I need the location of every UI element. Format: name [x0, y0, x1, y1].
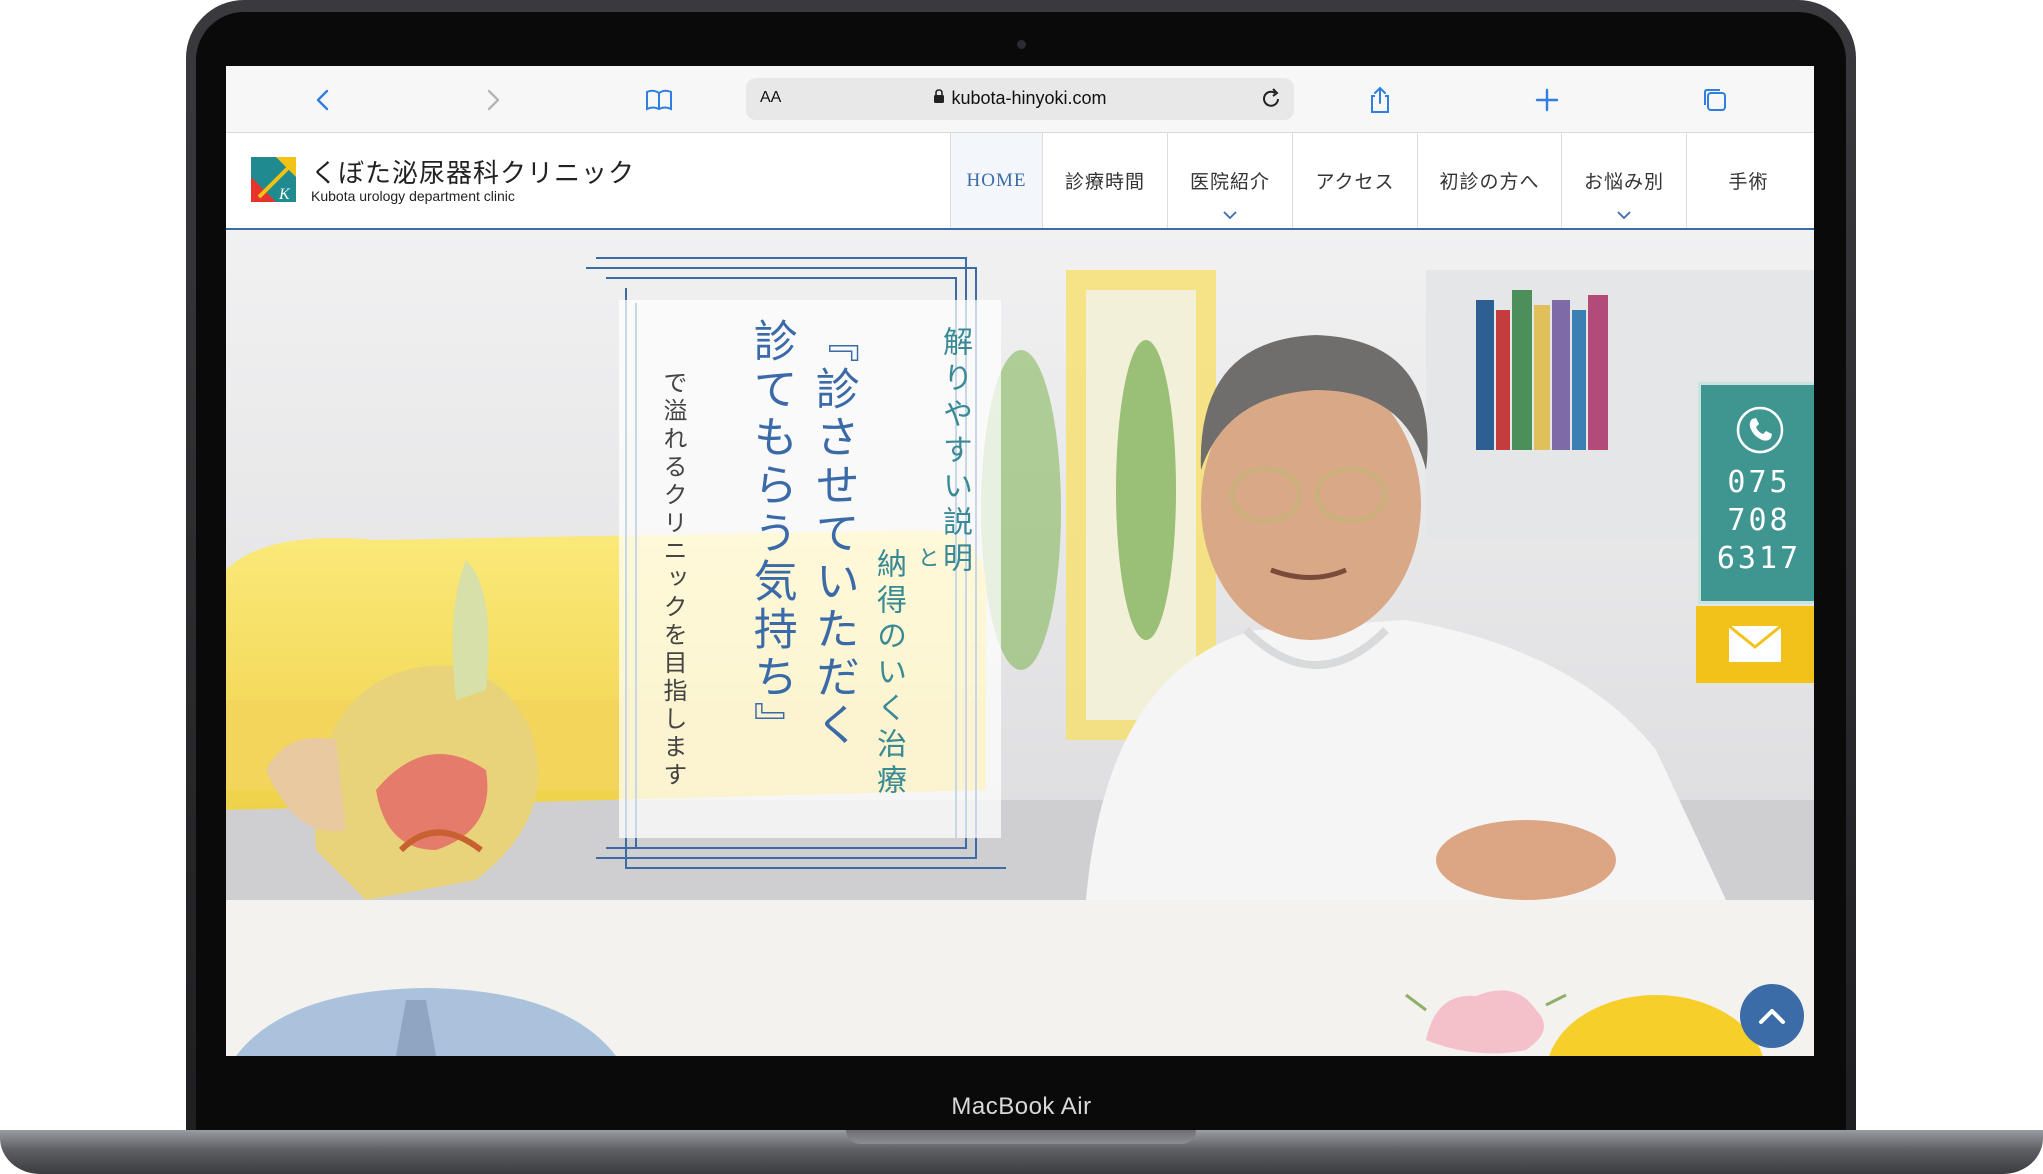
browser-toolbar: AA kubota-hinyoki.com	[226, 66, 1814, 133]
main-nav: HOME 診療時間 医院紹介 アクセス 初診の方へ お悩み別 手術	[950, 133, 1810, 228]
phone-icon	[1736, 406, 1784, 454]
nav-label: 医院紹介	[1189, 171, 1270, 193]
hero-headline2: 診てもらう気持ち』	[745, 318, 797, 750]
chevron-down-icon	[1617, 211, 1631, 220]
hero-photo	[226, 230, 1814, 900]
nav-hours[interactable]: 診療時間	[1042, 133, 1167, 228]
nav-home[interactable]: HOME	[950, 133, 1042, 228]
nav-by-concern[interactable]: お悩み別	[1561, 133, 1686, 228]
hero: 解りやすい説明 と 納得のいく治療 『診させていただく 診てもらう気持ち』 で溢…	[226, 230, 1814, 900]
site-header: K くぼた泌尿器科クリニック Kubota urology department…	[226, 133, 1814, 230]
page-top-button[interactable]	[1740, 984, 1804, 1048]
nav-label: アクセス	[1315, 171, 1395, 193]
phone-number-part: 6317	[1716, 541, 1802, 576]
reload-icon[interactable]	[1258, 86, 1284, 112]
screen: AA kubota-hinyoki.com K くぼた泌尿器科クリニック Kub…	[226, 66, 1814, 1056]
clinic-logo[interactable]: K	[251, 157, 296, 202]
hero-line2: 納得のいく治療	[871, 548, 906, 800]
back-icon[interactable]	[306, 82, 342, 118]
nav-first-visit[interactable]: 初診の方へ	[1417, 133, 1561, 228]
nav-label: 初診の方へ	[1439, 171, 1540, 193]
phone-button[interactable]: 075 708 6317	[1698, 382, 1814, 604]
chevron-down-icon	[1223, 211, 1237, 220]
nav-label: 手術	[1728, 171, 1769, 193]
phone-number-part: 075	[1727, 465, 1791, 500]
nav-label: 診療時間	[1064, 171, 1145, 193]
address-bar[interactable]: AA kubota-hinyoki.com	[746, 78, 1294, 120]
chevron-up-icon	[1759, 1009, 1785, 1024]
mail-button[interactable]	[1696, 606, 1814, 683]
content-section	[226, 900, 1814, 1056]
url-display: kubota-hinyoki.com	[746, 88, 1294, 109]
hero-tagline: で溢れるクリニックを目指します	[659, 370, 687, 790]
nav-label: お悩み別	[1583, 171, 1664, 193]
nav-label: HOME	[966, 169, 1027, 191]
phone-number-part: 708	[1727, 503, 1791, 538]
share-icon[interactable]	[1362, 82, 1398, 118]
new-tab-icon[interactable]	[1529, 82, 1565, 118]
nav-clinic-info[interactable]: 医院紹介	[1167, 133, 1292, 228]
nav-access[interactable]: アクセス	[1292, 133, 1417, 228]
mail-icon	[1728, 625, 1782, 662]
url-text: kubota-hinyoki.com	[951, 88, 1107, 108]
content-preview	[236, 988, 1763, 1056]
hero-line1: 解りやすい説明	[937, 326, 972, 578]
clinic-name-jp[interactable]: くぼた泌尿器科クリニック	[311, 153, 635, 190]
device-brand-label: MacBook Air	[951, 1093, 1092, 1120]
bookmarks-icon[interactable]	[641, 82, 677, 118]
hero-headline1: 『診させていただく	[807, 318, 859, 750]
laptop-notch	[846, 1130, 1196, 1144]
tabs-icon[interactable]	[1697, 82, 1733, 118]
lock-icon	[934, 89, 945, 103]
hero-conj: と	[914, 546, 939, 568]
clinic-name-en: Kubota urology department clinic	[311, 188, 515, 204]
svg-text:K: K	[278, 186, 291, 202]
forward-icon[interactable]	[474, 82, 510, 118]
nav-surgery[interactable]: 手術	[1686, 133, 1810, 228]
camera	[1017, 40, 1026, 49]
